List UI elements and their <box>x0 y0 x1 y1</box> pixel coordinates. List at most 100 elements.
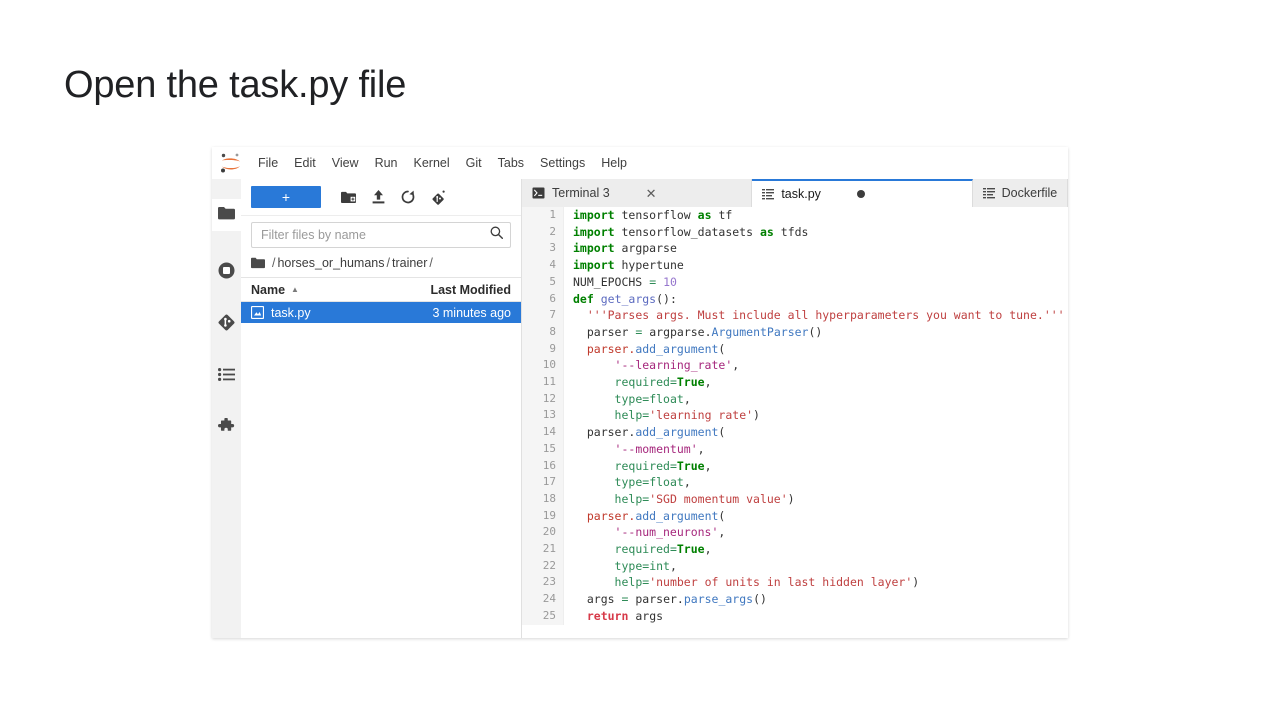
breadcrumb-segment-horses-or-humans[interactable]: horses_or_humans <box>277 256 384 270</box>
line-content: parser.add_argument( <box>586 425 726 440</box>
file-browser-toolbar: + <box>241 179 521 216</box>
unsaved-changes-icon[interactable] <box>856 190 865 198</box>
line-number: 14 <box>522 424 564 441</box>
sidebar-item-extensions[interactable] <box>212 413 241 445</box>
menu-item-edit[interactable]: Edit <box>286 148 324 179</box>
git-icon <box>218 314 235 336</box>
upload-icon[interactable] <box>365 185 391 209</box>
line-number: 2 <box>522 223 564 241</box>
git-clone-icon[interactable] <box>425 185 451 209</box>
breadcrumb: / horses_or_humans / trainer / <box>241 252 521 277</box>
code-line: 11 required=True, <box>522 374 1068 391</box>
sort-ascending-icon: ▲ <box>291 285 299 294</box>
menu-item-file[interactable]: File <box>250 148 286 179</box>
line-content: parser.add_argument( <box>586 508 726 523</box>
code-line: 16 required=True, <box>522 457 1068 475</box>
line-number: 24 <box>522 591 564 608</box>
line-number: 12 <box>522 390 564 408</box>
line-number: 17 <box>522 474 564 491</box>
list-item[interactable]: task.py 3 minutes ago <box>241 302 521 323</box>
new-launcher-button[interactable]: + <box>251 186 321 208</box>
code-line: 13 help='learning rate') <box>522 407 1068 425</box>
menu-item-run[interactable]: Run <box>367 148 406 179</box>
jupyter-logo-icon <box>216 150 246 176</box>
tab-bar: Terminal 3 ✕ task.py Dockerfile <box>522 179 1068 208</box>
commands-icon <box>218 368 235 386</box>
file-list: task.py 3 minutes ago <box>241 302 521 323</box>
code-line: 3 import argparse <box>522 240 1068 258</box>
line-content: import argparse <box>573 241 677 256</box>
terminal-icon <box>532 187 545 199</box>
sidebar-item-commands[interactable] <box>212 361 241 393</box>
line-number: 18 <box>522 490 564 508</box>
line-number: 23 <box>522 574 564 592</box>
column-header-name[interactable]: Name ▲ <box>251 283 430 297</box>
code-lines: 1 import tensorflow as tf 2 import tensorf… <box>522 207 1068 625</box>
close-icon[interactable]: ✕ <box>646 187 657 200</box>
new-folder-icon[interactable] <box>335 185 361 209</box>
line-content: type=float, <box>614 391 691 406</box>
folder-icon[interactable] <box>251 257 265 269</box>
code-line: 12 type=float, <box>522 390 1068 408</box>
line-number: 21 <box>522 541 564 558</box>
line-number: 11 <box>522 374 564 391</box>
code-line: 24 args = parser.parse_args() <box>522 591 1068 608</box>
refresh-icon[interactable] <box>395 185 421 209</box>
menu-bar: File Edit View Run Kernel Git Tabs Setti… <box>212 147 1068 180</box>
search-input[interactable] <box>259 227 490 243</box>
line-content: '''Parses args. Must include all hyperpa… <box>586 308 1065 323</box>
menu-item-settings[interactable]: Settings <box>532 148 593 179</box>
menu-item-help[interactable]: Help <box>593 148 635 179</box>
code-line: 7 '''Parses args. Must include all hyper… <box>522 307 1068 324</box>
code-line: 18 help='SGD momentum value') <box>522 490 1068 508</box>
breadcrumb-segment-trainer[interactable]: trainer <box>392 256 427 270</box>
line-content: help='learning rate') <box>614 408 760 423</box>
code-line: 6 def get_args(): <box>522 290 1068 308</box>
text-file-icon <box>982 187 995 199</box>
line-content: '--num_neurons', <box>614 525 726 540</box>
line-content: parser.add_argument( <box>586 341 726 356</box>
line-content: type=int, <box>614 558 677 573</box>
column-header-last-modified[interactable]: Last Modified <box>430 283 511 297</box>
menu-item-kernel[interactable]: Kernel <box>406 148 458 179</box>
tab-dockerfile[interactable]: Dockerfile <box>972 179 1068 207</box>
line-number: 16 <box>522 457 564 475</box>
line-number: 22 <box>522 557 564 575</box>
sidebar-item-file-browser[interactable] <box>212 199 242 231</box>
code-line: 5 NUM_EPOCHS = 10 <box>522 273 1068 291</box>
page-title: Open the task.py file <box>64 64 407 106</box>
line-content: return args <box>586 608 664 623</box>
line-number: 6 <box>522 290 564 308</box>
menu-item-view[interactable]: View <box>324 148 367 179</box>
menu-item-tabs[interactable]: Tabs <box>490 148 532 179</box>
tab-terminal-3[interactable]: Terminal 3 ✕ <box>522 179 753 207</box>
code-line: 4 import hypertune <box>522 257 1068 274</box>
code-editor[interactable]: 1 import tensorflow as tf 2 import tensorf… <box>522 207 1068 638</box>
tab-dockerfile-label: Dockerfile <box>1001 186 1058 200</box>
sidebar-item-git[interactable] <box>212 309 241 341</box>
line-number: 15 <box>522 440 564 458</box>
menu-item-git[interactable]: Git <box>458 148 490 179</box>
file-name-label: task.py <box>271 305 311 320</box>
extensions-icon <box>218 417 235 440</box>
line-number: 25 <box>522 607 564 625</box>
line-content: help='SGD momentum value') <box>614 491 795 506</box>
line-number: 10 <box>522 357 564 375</box>
line-content: args = parser.parse_args() <box>586 592 767 607</box>
activity-bar <box>212 179 242 638</box>
line-content: '--learning_rate', <box>614 358 740 373</box>
line-content: required=True, <box>614 458 712 473</box>
line-content: def get_args(): <box>573 291 677 306</box>
tab-task-py[interactable]: task.py <box>752 179 973 207</box>
line-content: type=float, <box>614 475 691 490</box>
column-header-name-label: Name <box>251 282 286 297</box>
tab-task-py-label: task.py <box>781 187 821 201</box>
file-list-header: Name ▲ Last Modified <box>241 277 521 302</box>
line-number: 19 <box>522 507 564 525</box>
tab-terminal-3-label: Terminal 3 <box>552 186 610 200</box>
jupyterlab-window: File Edit View Run Kernel Git Tabs Setti… <box>212 147 1068 638</box>
filter-box[interactable] <box>251 222 511 248</box>
line-content: NUM_EPOCHS = 10 <box>573 274 677 289</box>
sidebar-item-running-sessions[interactable] <box>212 257 241 289</box>
code-line: 22 type=int, <box>522 557 1068 575</box>
